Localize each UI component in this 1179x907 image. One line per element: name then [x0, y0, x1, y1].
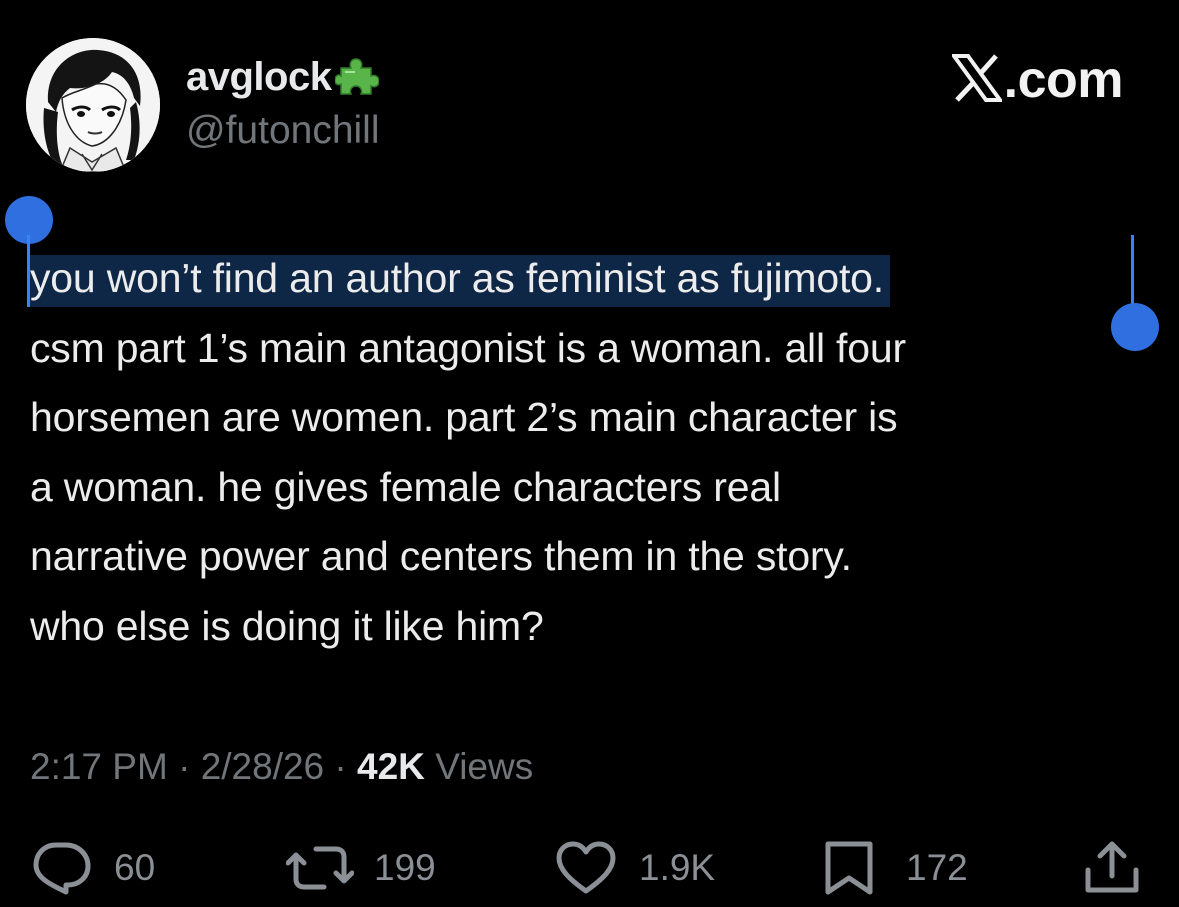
- reply-count: 60: [114, 847, 156, 888]
- tweet-line: narrative power and centers them in the …: [30, 533, 852, 579]
- avatar[interactable]: [26, 38, 160, 172]
- tweet-line: horsemen are women. part 2’s main charac…: [30, 394, 898, 440]
- heart-icon: [555, 841, 617, 895]
- puzzle-piece-icon: [334, 54, 381, 103]
- action-bar: 60 199 1.9K 172: [0, 838, 1179, 898]
- like-button[interactable]: 1.9K: [555, 838, 715, 898]
- user-handle[interactable]: @futonchill: [186, 106, 380, 156]
- repost-count: 199: [374, 847, 436, 888]
- tweet-metadata: 2:17 PM · 2/28/26 · 42K Views: [30, 742, 533, 792]
- tweet-text[interactable]: you won’t find an author as feminist as …: [30, 244, 1140, 661]
- bookmark-icon: [822, 840, 876, 896]
- meta-separator: ·: [167, 746, 201, 787]
- selection-end-handle[interactable]: [1111, 303, 1159, 351]
- author-name-row[interactable]: avglock: [186, 52, 381, 103]
- tweet-line: a woman. he gives female characters real: [30, 463, 781, 510]
- reply-button[interactable]: 60: [30, 838, 155, 898]
- share-icon: [1082, 840, 1142, 896]
- tweet-time[interactable]: 2:17 PM: [30, 746, 168, 787]
- selected-text[interactable]: you won’t find an author as feminist as …: [30, 255, 890, 307]
- reply-icon: [30, 841, 92, 895]
- brand-watermark: .com: [949, 51, 1124, 109]
- views-label: Views: [424, 746, 534, 787]
- bookmark-count: 172: [906, 847, 968, 888]
- tweet-line: who else is doing it like him?: [30, 602, 544, 649]
- share-button[interactable]: [1082, 838, 1142, 898]
- repost-button[interactable]: 199: [286, 838, 436, 898]
- brand-text: .com: [1003, 51, 1124, 109]
- views-count[interactable]: 42K: [357, 746, 425, 787]
- bookmark-button[interactable]: 172: [822, 838, 968, 898]
- meta-separator: ·: [324, 746, 358, 787]
- like-count: 1.9K: [639, 847, 716, 888]
- tweet-line: csm part 1’s main antagonist is a woman.…: [30, 324, 906, 371]
- tweet-date[interactable]: 2/28/26: [201, 746, 324, 787]
- display-name[interactable]: avglock: [186, 55, 332, 100]
- tweet-line-selected: you won’t find an author as feminist as …: [30, 244, 1140, 314]
- x-logo-icon: [949, 53, 1004, 107]
- repost-icon: [286, 841, 354, 895]
- manga-character-avatar-image: [26, 38, 160, 172]
